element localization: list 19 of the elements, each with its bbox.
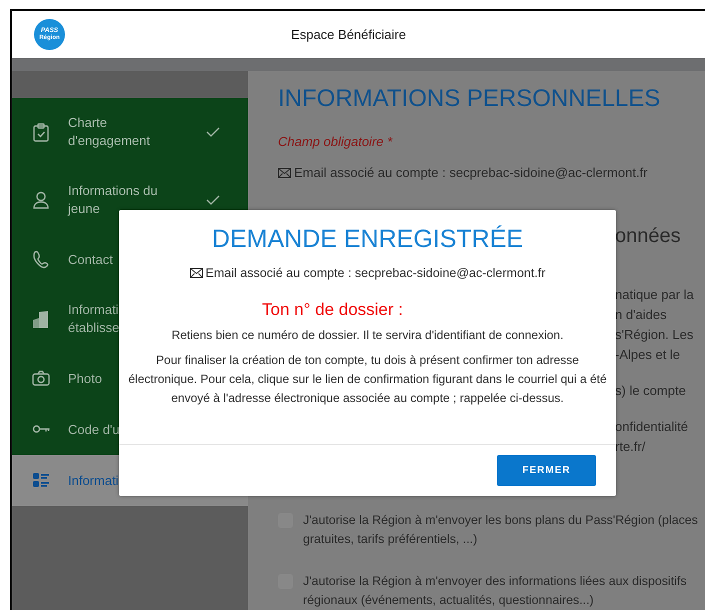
- section-title: INFORMATIONS PERSONNELLES: [278, 85, 662, 114]
- checkbox-label: J'autorise la Région à m'envoyer des informations liées aux dispositifs régionaux (événements, actualités, questionnaires...): [303, 572, 688, 609]
- email-text: Email associé au compte : secprebac-sidoine@ac-clermont.fr: [294, 164, 648, 182]
- paragraph-text: Retiens bien ce numéro de dossier. Il te servira d'identifiant de connexion.: [170, 327, 564, 344]
- paragraph-text: -Alpes et le: [615, 346, 682, 364]
- page-title: Espace Bénéficiaire: [291, 26, 406, 44]
- paragraph-text: s) le compte: [615, 382, 687, 400]
- required-note: Champ obligatoire *: [278, 132, 394, 151]
- modal-title: DEMANDE ENREGISTRÉE: [210, 224, 524, 254]
- paragraph-text: n d'aides: [615, 306, 668, 324]
- paragraph-text: s'Région. Les: [615, 326, 694, 344]
- email-text: Email associé au compte : secprebac-sidoine@ac-clermont.fr: [206, 265, 546, 282]
- dossier-label: Ton n° de dossier :: [261, 298, 404, 321]
- checkbox-label: J'autorise la Région à m'envoyer les bons plans du Pass'Région (places gratuites, tarifs préférentiels, ...): [303, 512, 699, 548]
- paragraph-text: Pour finaliser la création de ton compte, tu dois à présent confirmer ton adresse électronique. Pour cela, clique sur le lien de confirmation figurant dans le courriel qui a été envoyé à l'adresse électronique associée au compte ; rappelée ci-dessus.: [127, 352, 608, 408]
- section-heading: onnées: [615, 224, 682, 249]
- paragraph-text: natique par la: [615, 286, 695, 304]
- paragraph-text: onfidentialité: [615, 418, 689, 436]
- paragraph-text: rte.fr/: [615, 438, 646, 456]
